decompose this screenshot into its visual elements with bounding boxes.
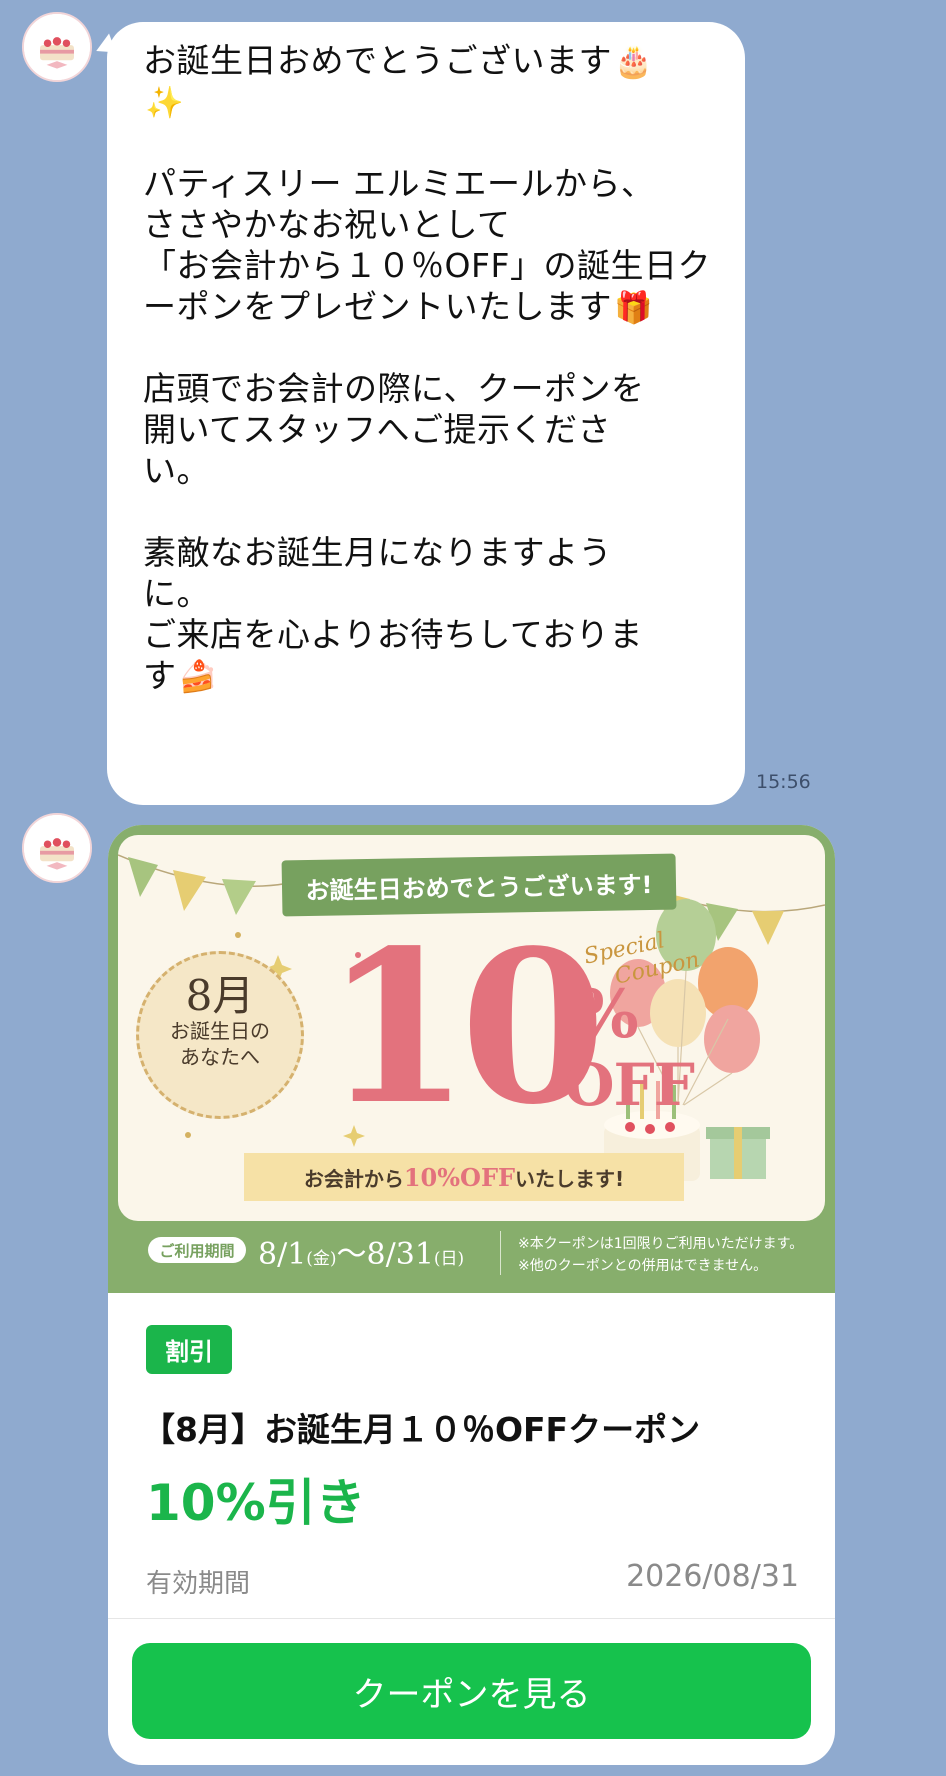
message-line: ささやかなお祝いとして [143, 205, 511, 244]
month-badge: 8月 お誕生日の あなたへ [136, 951, 304, 1119]
month-line2: あなたへ [180, 1045, 260, 1069]
discount-tag: 割引 [146, 1325, 232, 1374]
message-line: ご来店を心よりお待ちしておりま [143, 615, 643, 654]
avatar[interactable] [22, 813, 92, 883]
sparkles-emoji: ✨ [145, 85, 185, 121]
banner-panel: お誕生日おめでとうございます! 8月 お誕生日の あなたへ 10 Special… [118, 835, 825, 1221]
coupon-title: 【8月】お誕生月１０％OFFクーポン [142, 1410, 701, 1449]
big-discount-number: 10 [324, 904, 606, 1151]
cake-logo-icon [24, 14, 90, 80]
discount-strip: お会計から 10%OFF いたします! [244, 1153, 684, 1201]
avatar[interactable] [22, 12, 92, 82]
message-timestamp: 15:56 [756, 771, 811, 793]
message-line [143, 327, 715, 368]
message-line: に。 [143, 574, 210, 613]
gift-emoji: 🎁 [614, 290, 654, 326]
coupon-notes: ※本クーポンは1回限りご利用いただけます。 ※他のクーポンとの併用はできません。 [518, 1236, 804, 1274]
message-line: す [143, 656, 177, 695]
discount-amount: 10%引き [146, 1474, 366, 1532]
view-coupon-button[interactable]: クーポンを見る [132, 1643, 811, 1739]
coupon-card[interactable]: お誕生日おめでとうございます! 8月 お誕生日の あなたへ 10 Special… [108, 825, 835, 1765]
coupon-banner-image[interactable]: お誕生日おめでとうございます! 8月 お誕生日の あなたへ 10 Special… [108, 825, 835, 1293]
divider [108, 1618, 835, 1619]
message-line: 素敵なお誕生月になりますよう [143, 533, 612, 572]
period-row: ご利用期間 8/1(金)〜8/31(日) ※本クーポンは1回限りご利用いただけま… [108, 1221, 835, 1293]
message-line: 「お会計から１０％OFF」の誕生日ク [143, 246, 711, 285]
validity-label: 有効期間 [146, 1569, 251, 1599]
message-line [143, 122, 715, 163]
month-line1: お誕生日の [170, 1019, 270, 1043]
percent-sign: % [576, 975, 639, 1053]
message-line: 店頭でお会計の際に、クーポンを [143, 369, 645, 408]
off-text: OFF [564, 1051, 695, 1119]
period-label: ご利用期間 [148, 1237, 246, 1263]
divider [500, 1231, 501, 1275]
shortcake-emoji: 🍰 [178, 659, 218, 695]
message-line: パティスリー エルミエールから、 [143, 164, 655, 203]
period-dates: 8/1(金)〜8/31(日) [258, 1237, 465, 1272]
message-line: お誕生日おめでとうございます [143, 41, 612, 80]
message-bubble[interactable]: お誕生日おめでとうございます🎂 ✨ パティスリー エルミエールから、 ささやかな… [107, 22, 745, 805]
message-line: 開いてスタッフへご提示くださ [143, 410, 612, 449]
message-line: い。 [143, 451, 210, 490]
cake-emoji: 🎂 [614, 44, 654, 80]
validity-date: 2026/08/31 [626, 1559, 799, 1594]
message-line [143, 491, 715, 532]
month-label: 8月 [185, 971, 255, 1020]
message-line: ーポンをプレゼントいたします [143, 287, 612, 326]
cake-logo-icon [24, 815, 90, 881]
